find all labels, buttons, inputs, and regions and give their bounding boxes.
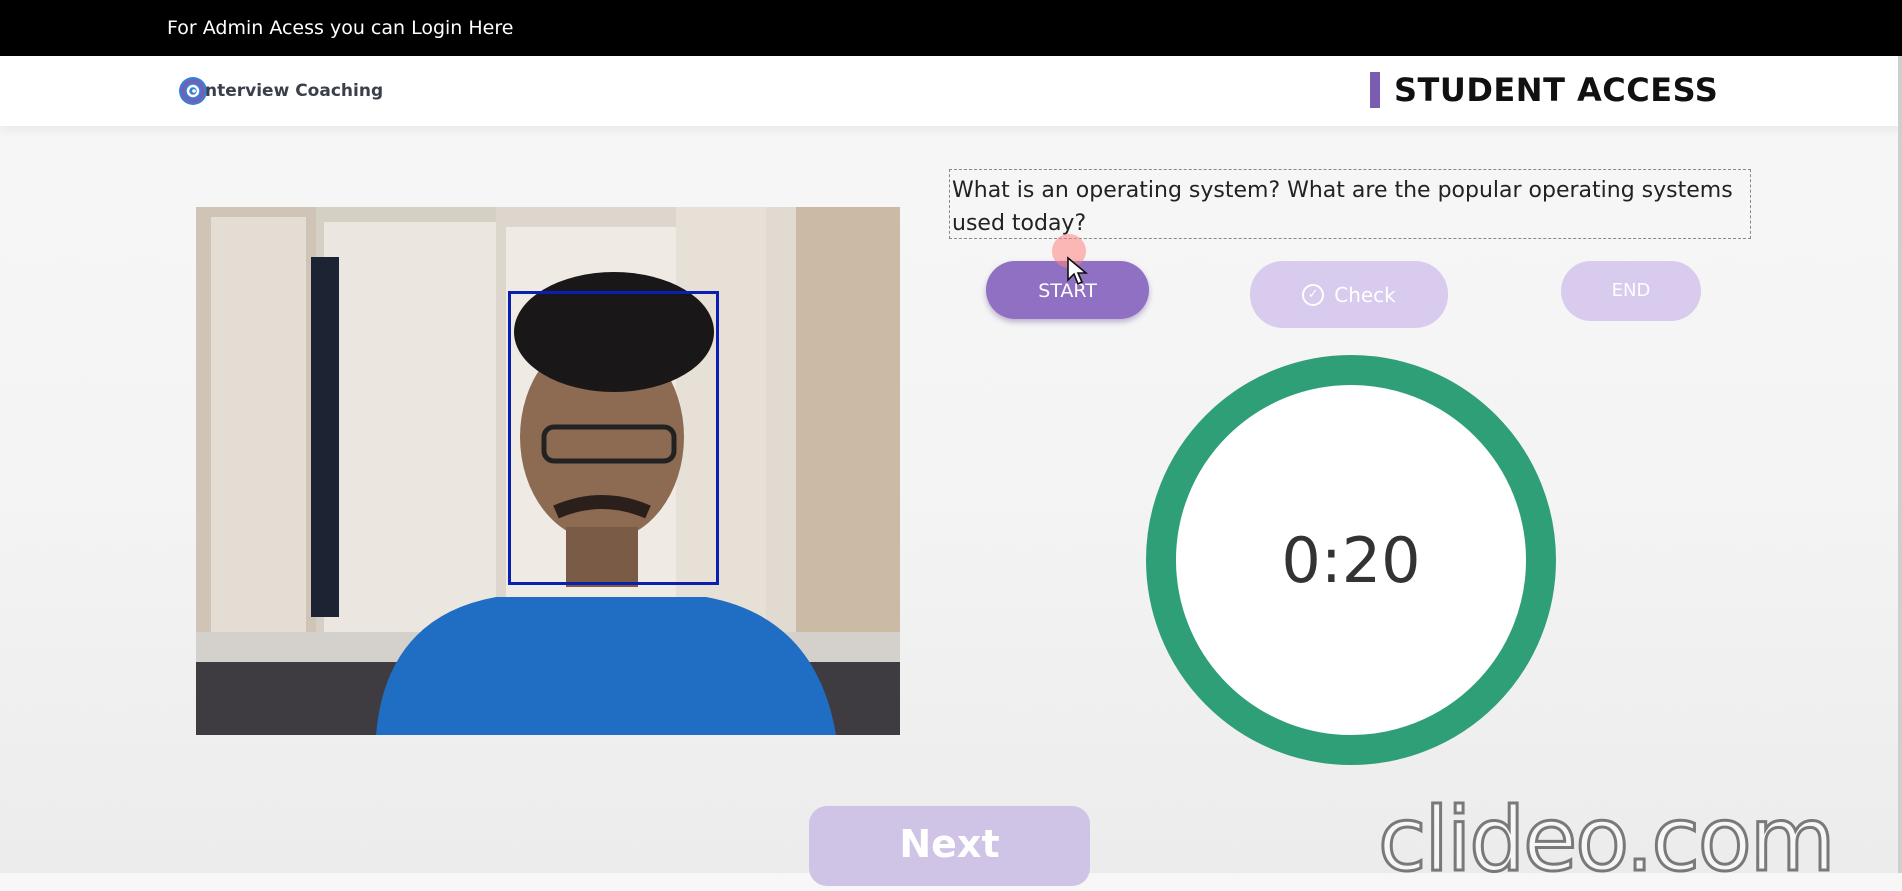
next-button-label: Next (899, 822, 1000, 866)
admin-login-link[interactable]: For Admin Acess you can Login Here (167, 17, 513, 39)
check-circle-icon: ✓ (1302, 283, 1325, 306)
top-bar: For Admin Acess you can Login Here (0, 0, 1902, 56)
mouse-cursor-icon (1067, 256, 1088, 286)
scrollbar-track[interactable] (1898, 56, 1902, 873)
face-detection-box (508, 291, 719, 585)
question-text: What is an operating system? What are th… (949, 169, 1751, 239)
check-button-label: Check (1334, 282, 1396, 307)
logo-text: nterview Coaching (205, 81, 384, 101)
next-button[interactable]: Next (809, 806, 1090, 886)
site-logo[interactable]: nterview Coaching (177, 75, 383, 107)
countdown-timer: 0:20 (1146, 355, 1556, 765)
check-button[interactable]: ✓ Check (1250, 261, 1448, 328)
end-button[interactable]: END (1561, 261, 1701, 321)
title-accent-bar (1370, 72, 1380, 108)
page-title: STUDENT ACCESS (1370, 70, 1718, 110)
webcam-feed (196, 207, 900, 735)
page-title-text: STUDENT ACCESS (1394, 71, 1719, 109)
end-button-label: END (1611, 280, 1651, 301)
watermark: clideo.com (1377, 787, 1837, 891)
timer-value: 0:20 (1281, 523, 1421, 597)
